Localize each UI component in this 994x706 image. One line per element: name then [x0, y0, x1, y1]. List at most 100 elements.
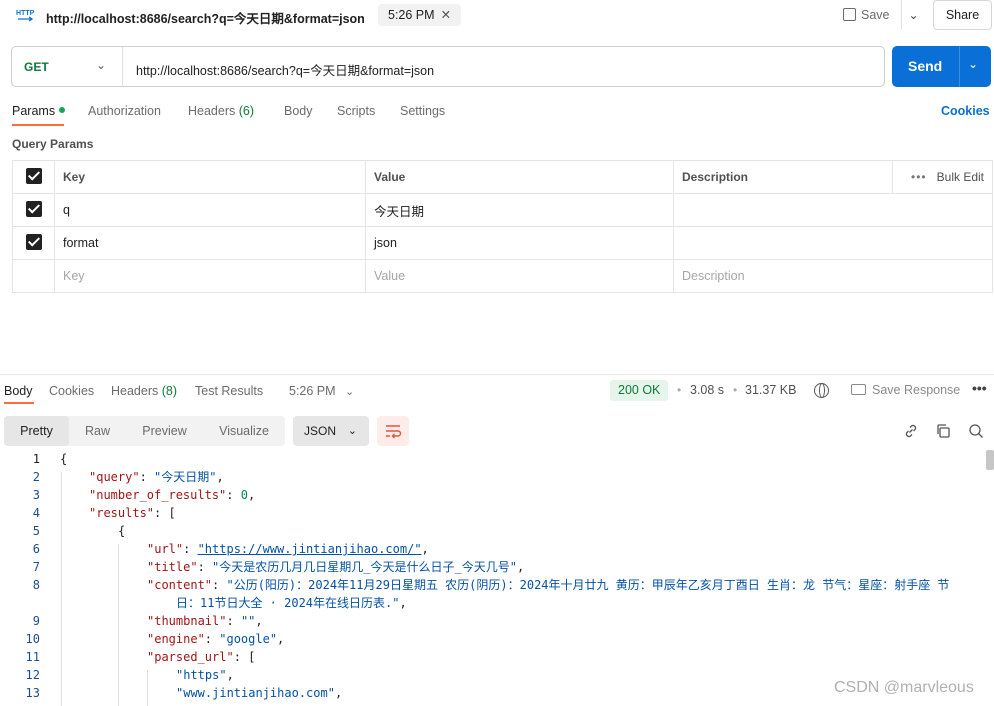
json-key: "url"	[147, 542, 184, 556]
cookies-link[interactable]: Cookies	[941, 104, 990, 118]
view-pretty[interactable]: Pretty	[4, 416, 69, 446]
tab-headers-label: Headers	[188, 104, 236, 118]
tab-settings[interactable]: Settings	[400, 104, 445, 118]
param-description-cell[interactable]	[673, 226, 993, 260]
view-preview[interactable]: Preview	[126, 416, 203, 446]
json-key: "parsed_url"	[147, 650, 234, 664]
json-value: [	[248, 650, 256, 664]
new-key-input[interactable]: Key	[54, 259, 366, 293]
indent-guide	[147, 670, 148, 706]
headers-count: (6)	[238, 104, 255, 118]
tab-headers[interactable]: Headers (6)	[188, 104, 254, 118]
format-select[interactable]: JSON ⌄	[293, 416, 369, 446]
json-key: "thumbnail"	[147, 614, 227, 628]
code-text: "results": [	[89, 506, 176, 520]
save-response-button[interactable]: Save Response	[851, 383, 960, 397]
table-header-row: Key Value Description ••• Bulk Edit	[12, 160, 993, 194]
line-number: 8	[32, 578, 40, 592]
more-horizontal-icon: •••	[911, 170, 927, 184]
line-number: 4	[32, 506, 40, 520]
bulk-edit-button[interactable]: ••• Bulk Edit	[892, 160, 993, 194]
json-value: "google"	[219, 632, 278, 646]
new-value-input[interactable]: Value	[365, 259, 674, 293]
json-key: "engine"	[147, 632, 205, 646]
new-description-input[interactable]: Description	[673, 259, 993, 293]
column-header-description: Description	[673, 160, 893, 194]
send-button[interactable]: Send ⌄	[892, 46, 991, 87]
save-button[interactable]: Save	[843, 4, 897, 26]
response-history-dropdown[interactable]: 5:26 PM ⌄	[289, 384, 354, 398]
wrap-lines-button[interactable]	[377, 416, 409, 446]
code-text: "query": "今天日期",	[89, 470, 224, 484]
row-checkbox[interactable]	[25, 200, 42, 217]
save-response-label: Save Response	[872, 383, 961, 397]
response-size[interactable]: 31.37 KB	[745, 383, 796, 397]
json-value: ""	[240, 614, 256, 628]
send-options-chevron-icon[interactable]: ⌄	[968, 57, 978, 71]
globe-icon[interactable]	[814, 383, 829, 398]
svg-text:HTTP: HTTP	[16, 10, 35, 17]
column-header-value: Value	[365, 160, 674, 194]
json-value: "www.jintianjihao.com"	[176, 686, 335, 700]
divider	[959, 46, 960, 87]
code-text: {	[60, 452, 68, 466]
code-text: "title": "今天是农历几月几日星期几_今天是什么日子_今天几号",	[147, 560, 525, 574]
json-value: "今天日期"	[154, 470, 217, 484]
resp-tab-cookies[interactable]: Cookies	[49, 384, 94, 398]
resp-tab-body[interactable]: Body	[4, 384, 33, 398]
line-number: 7	[32, 560, 40, 574]
format-label: JSON	[304, 424, 337, 438]
more-options-icon[interactable]: •••	[972, 380, 987, 396]
param-description-cell[interactable]	[673, 193, 993, 227]
view-visualize[interactable]: Visualize	[203, 416, 285, 446]
save-response-icon	[851, 384, 866, 395]
response-body-code[interactable]: 1 { 2 "query": "今天日期", 3 "number_of_results…	[0, 450, 984, 706]
select-all-checkbox[interactable]	[25, 167, 42, 184]
separator-dot: •	[677, 383, 682, 397]
url-input[interactable]: http://localhost:8686/search?q=今天日期&form…	[136, 60, 434, 79]
json-url-link[interactable]: "https://www.jintianjihao.com/"	[198, 542, 422, 556]
resp-tab-headers[interactable]: Headers (8)	[111, 384, 177, 398]
share-button[interactable]: Share	[933, 0, 992, 30]
resp-tab-test-results[interactable]: Test Results	[195, 384, 263, 398]
copy-icon[interactable]	[935, 423, 951, 439]
response-time[interactable]: 3.08 s	[690, 383, 724, 397]
json-value: 0	[240, 488, 248, 502]
chevron-down-icon[interactable]: ⌄	[96, 58, 106, 72]
tab-body[interactable]: Body	[284, 104, 313, 118]
link-icon[interactable]	[903, 423, 919, 439]
scrollbar[interactable]	[986, 450, 994, 470]
url-bar: GET ⌄ http://localhost:8686/search?q=今天日…	[11, 46, 885, 87]
row-checkbox[interactable]	[25, 233, 42, 250]
json-key: "title"	[147, 560, 198, 574]
json-value: [	[168, 506, 176, 520]
line-number: 2	[32, 470, 40, 484]
line-number: 5	[32, 524, 40, 538]
param-key-cell[interactable]: q	[54, 193, 366, 227]
tab-params[interactable]: Params	[12, 104, 66, 118]
close-icon[interactable]: ✕	[441, 8, 451, 22]
active-tab-indicator	[12, 124, 64, 126]
json-key: "number_of_results"	[89, 488, 227, 502]
json-key: "query"	[89, 470, 140, 484]
view-raw[interactable]: Raw	[69, 416, 126, 446]
code-text: "thumbnail": "",	[147, 614, 263, 628]
param-value-cell[interactable]: json	[365, 226, 674, 260]
time-tab[interactable]: 5:26 PM ✕	[378, 4, 462, 26]
separator-dot: •	[733, 383, 738, 397]
code-text: "url": "https://www.jintianjihao.com/",	[147, 542, 429, 556]
tab-scripts[interactable]: Scripts	[337, 104, 375, 118]
line-number: 6	[32, 542, 40, 556]
tab-authorization[interactable]: Authorization	[88, 104, 161, 118]
param-value-cell[interactable]: 今天日期	[365, 193, 674, 227]
send-label: Send	[908, 58, 943, 74]
json-value: "公历(阳历)：2024年11月29日星期五 农历(阴历)：2024年十月廿九 …	[226, 578, 950, 592]
save-options-chevron-icon[interactable]: ⌄	[901, 0, 925, 30]
status-badge[interactable]: 200 OK	[610, 380, 669, 401]
param-key-cell[interactable]: format	[54, 226, 366, 260]
json-value: "今天是农历几月几日星期几_今天是什么日子_今天几号"	[212, 560, 517, 574]
method-select[interactable]: GET	[24, 60, 49, 74]
search-icon[interactable]	[968, 423, 984, 439]
code-text: "https",	[176, 668, 234, 682]
code-text: "parsed_url": [	[147, 650, 256, 664]
